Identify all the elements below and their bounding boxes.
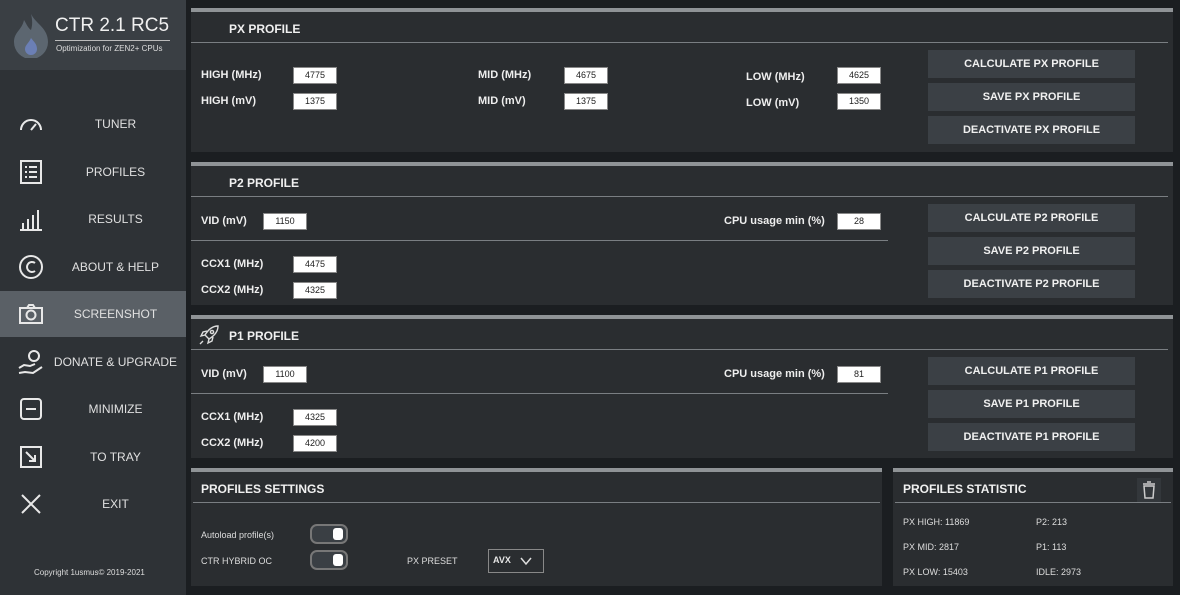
sidebar-item-label: TUNER <box>94 117 137 131</box>
profiles-statistic-panel: PROFILES STATISTIC PX HIGH: 11869 PX MID… <box>893 468 1173 586</box>
app-title: CTR 2.1 RC5 <box>55 15 170 36</box>
low-mv-label: LOW (mV) <box>746 97 800 109</box>
p2-cpu-usage-label: CPU usage min (%) <box>724 215 825 227</box>
mid-mhz-input[interactable]: 4675 <box>564 67 608 84</box>
p1-cpu-usage-label: CPU usage min (%) <box>724 368 825 380</box>
sidebar-item-minimize[interactable]: MINIMIZE <box>0 386 186 432</box>
camera-icon <box>19 304 43 324</box>
p1-profile-panel: P1 PROFILE VID (mV) 1100 CPU usage min (… <box>191 315 1173 458</box>
p2-profile-panel: P2 PROFILE VID (mV) 1150 CPU usage min (… <box>191 162 1173 305</box>
sidebar-item-label: TO TRAY <box>90 449 141 464</box>
mid-mv-input[interactable]: 1375 <box>564 93 608 110</box>
p2-ccx2-input[interactable]: 4325 <box>293 282 337 299</box>
p1-cpu-usage-input[interactable]: 81 <box>837 366 881 383</box>
tray-icon <box>20 445 42 468</box>
autoload-label: Autoload profile(s) <box>201 530 275 540</box>
speedometer-icon <box>20 119 42 131</box>
rocket-icon <box>199 325 219 345</box>
sidebar: CTR 2.1 RC5 Optimization for ZEN2+ CPUs … <box>0 0 186 595</box>
calculate-p2-button[interactable]: CALCULATE P2 PROFILE <box>928 204 1135 232</box>
high-mhz-input[interactable]: 4775 <box>293 67 337 84</box>
px-preset-dropdown[interactable]: AVX <box>488 549 544 573</box>
mid-mv-label: MID (mV) <box>478 95 526 107</box>
sidebar-item-profiles[interactable]: PROFILES <box>0 149 186 195</box>
copyright-icon <box>19 254 43 279</box>
sidebar-item-label: SCREENSHOT <box>73 307 158 321</box>
p2-ccx1-input[interactable]: 4475 <box>293 256 337 273</box>
p1-ccx2-input[interactable]: 4200 <box>293 435 337 452</box>
sidebar-item-donate-upgrade[interactable]: DONATE & UPGRADE <box>0 339 186 385</box>
copyright: Copyright 1usmus© 2019-2021 <box>34 568 145 577</box>
save-p1-button[interactable]: SAVE P1 PROFILE <box>928 390 1135 418</box>
app-subtitle: Optimization for ZEN2+ CPUs <box>56 44 163 53</box>
sidebar-item-to-tray[interactable]: TO TRAY <box>0 434 186 480</box>
px-preset-value: AVX <box>493 555 511 565</box>
trash-icon[interactable] <box>1137 478 1161 502</box>
high-mv-input[interactable]: 1375 <box>293 93 337 110</box>
stat-idle: IDLE: 2973 <box>1036 567 1082 577</box>
stat-p1: P1: 113 <box>1036 542 1067 552</box>
flame-icon <box>14 14 48 58</box>
sidebar-item-screenshot[interactable]: SCREENSHOT <box>0 291 186 337</box>
save-p2-button[interactable]: SAVE P2 PROFILE <box>928 237 1135 265</box>
sidebar-item-label: PROFILES <box>85 164 146 179</box>
p1-vid-label: VID (mV) <box>201 368 247 380</box>
p2-vid-label: VID (mV) <box>201 215 247 227</box>
p2-cpu-usage-input[interactable]: 28 <box>837 213 881 230</box>
close-icon <box>21 494 41 514</box>
hybrid-oc-toggle[interactable] <box>310 550 348 570</box>
stat-p2: P2: 213 <box>1036 517 1068 527</box>
stat-px-high: PX HIGH: 11869 <box>903 517 970 527</box>
px-preset-label: PX PRESET <box>407 556 458 566</box>
px-profile-title: PX PROFILE <box>229 22 301 36</box>
sidebar-item-exit[interactable]: EXIT <box>0 481 186 527</box>
sidebar-item-results[interactable]: RESULTS <box>0 196 186 242</box>
p1-ccx1-input[interactable]: 4325 <box>293 409 337 426</box>
bar-chart-icon <box>20 210 42 231</box>
px-profile-panel: PX PROFILE HIGH (MHz) 4775 HIGH (mV) 137… <box>191 8 1173 152</box>
sidebar-item-about-help[interactable]: ABOUT & HELP <box>0 244 186 290</box>
low-mhz-input[interactable]: 4625 <box>837 67 881 84</box>
autoload-toggle[interactable] <box>310 524 348 544</box>
donate-icon <box>18 349 43 374</box>
high-mhz-label: HIGH (MHz) <box>201 69 262 81</box>
calculate-p1-button[interactable]: CALCULATE P1 PROFILE <box>928 357 1135 385</box>
profiles-settings-title: PROFILES SETTINGS <box>201 482 325 496</box>
p1-vid-input[interactable]: 1100 <box>263 366 307 383</box>
low-mhz-label: LOW (MHz) <box>746 71 805 83</box>
profiles-settings-panel: PROFILES SETTINGS Autoload profile(s) CT… <box>191 468 882 586</box>
sidebar-item-label: RESULTS <box>88 212 143 226</box>
p2-profile-title: P2 PROFILE <box>229 176 300 190</box>
sidebar-item-tuner[interactable]: TUNER <box>0 101 186 147</box>
sidebar-item-label: EXIT <box>102 497 129 511</box>
deactivate-p1-button[interactable]: DEACTIVATE P1 PROFILE <box>928 423 1135 451</box>
minimize-icon <box>20 398 42 420</box>
p1-profile-title: P1 PROFILE <box>229 329 300 343</box>
sidebar-item-label: ABOUT & HELP <box>71 259 160 274</box>
stat-px-mid: PX MID: 2817 <box>903 542 960 552</box>
p2-ccx1-label: CCX1 (MHz) <box>201 258 264 270</box>
profiles-statistic-title: PROFILES STATISTIC <box>903 482 1027 496</box>
app-logo: CTR 2.1 RC5 Optimization for ZEN2+ CPUs <box>0 0 186 70</box>
sidebar-item-label: MINIMIZE <box>88 402 143 416</box>
chevron-down-icon <box>520 557 532 566</box>
save-px-button[interactable]: SAVE PX PROFILE <box>928 83 1135 111</box>
stat-px-low: PX LOW: 15403 <box>903 567 968 577</box>
deactivate-px-button[interactable]: DEACTIVATE PX PROFILE <box>928 116 1135 144</box>
p1-ccx1-label: CCX1 (MHz) <box>201 411 264 423</box>
mid-mhz-label: MID (MHz) <box>478 69 532 81</box>
p2-ccx2-label: CCX2 (MHz) <box>201 284 264 296</box>
p1-ccx2-label: CCX2 (MHz) <box>201 437 264 449</box>
low-mv-input[interactable]: 1350 <box>837 93 881 110</box>
sidebar-item-label: DONATE & UPGRADE <box>53 354 178 369</box>
high-mv-label: HIGH (mV) <box>201 95 256 107</box>
calculate-px-button[interactable]: CALCULATE PX PROFILE <box>928 50 1135 78</box>
deactivate-p2-button[interactable]: DEACTIVATE P2 PROFILE <box>928 270 1135 298</box>
p2-vid-input[interactable]: 1150 <box>263 213 307 230</box>
list-icon <box>20 159 42 184</box>
hybrid-oc-label: CTR HYBRID OC <box>201 556 273 566</box>
